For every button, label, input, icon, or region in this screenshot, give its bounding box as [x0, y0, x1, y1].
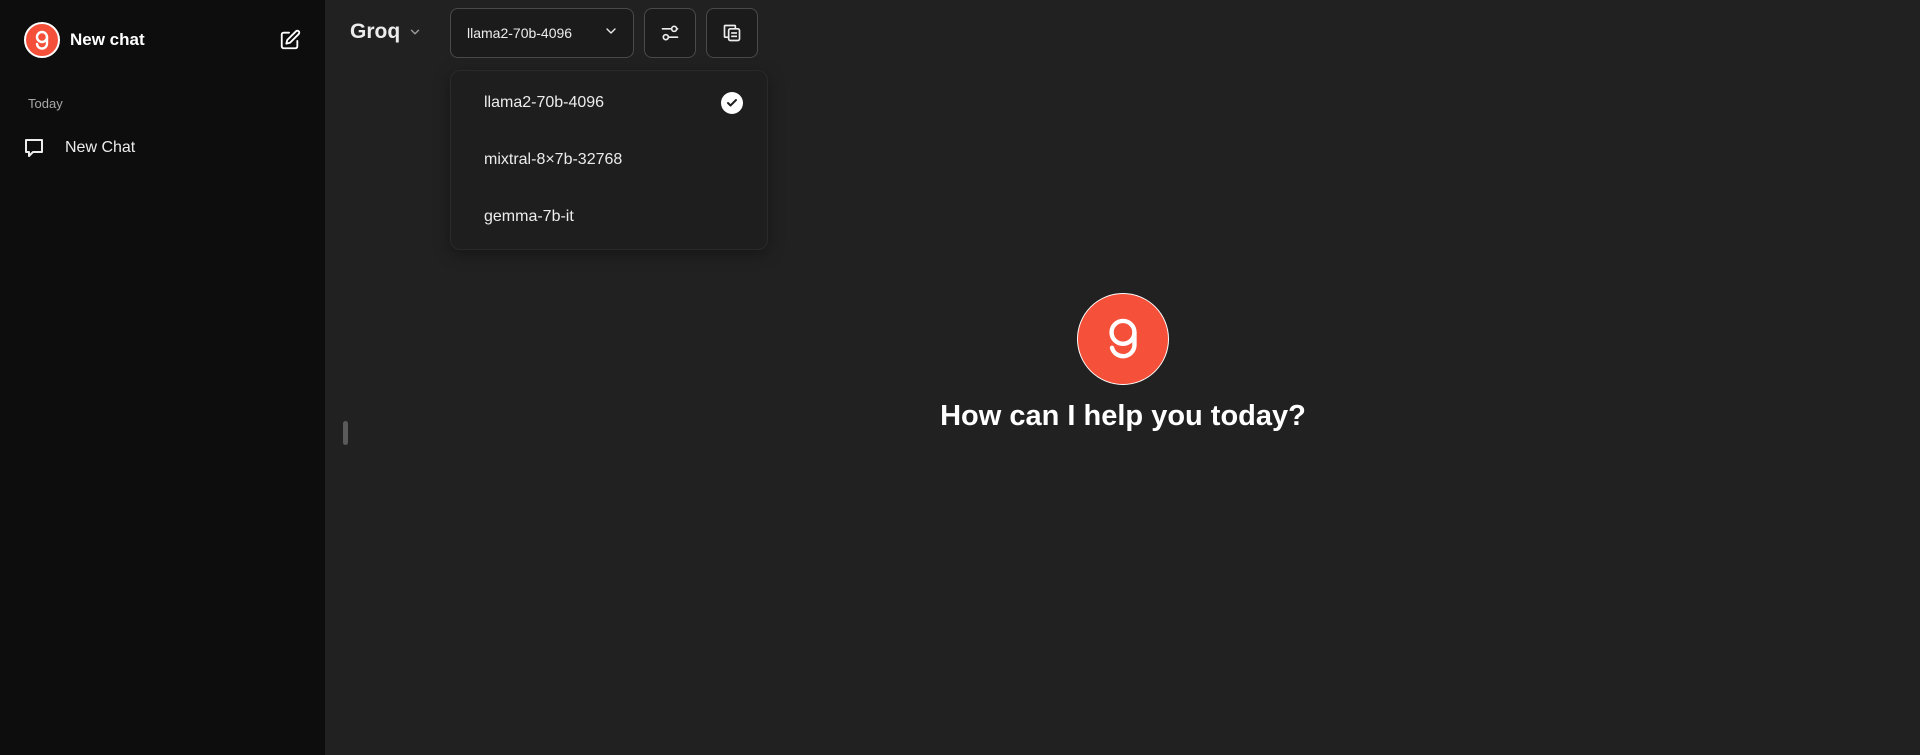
sidebar: New chat Today New Chat: [0, 0, 325, 755]
model-dropdown: llama2-70b-4096 mixtral-8×7b-32768 gemma…: [450, 70, 768, 250]
model-option-label: llama2-70b-4096: [484, 94, 605, 111]
model-select[interactable]: llama2-70b-4096: [450, 8, 634, 58]
copy-button[interactable]: [706, 8, 758, 58]
new-chat-button[interactable]: [276, 26, 304, 54]
edit-icon: [280, 29, 301, 50]
copy-icon: [723, 24, 741, 42]
provider-selector[interactable]: Groq: [350, 20, 422, 44]
model-option-mixtral[interactable]: mixtral-8×7b-32768: [451, 136, 767, 184]
sliders-icon: [661, 25, 679, 41]
greeting-heading: How can I help you today?: [940, 400, 1306, 432]
model-option-label: gemma-7b-it: [484, 208, 574, 225]
section-label-today: Today: [28, 96, 63, 111]
sidebar-resize-handle[interactable]: [343, 421, 348, 445]
check-icon: [721, 92, 743, 114]
settings-button[interactable]: [644, 8, 696, 58]
sidebar-item-label: New Chat: [65, 139, 136, 156]
model-select-value: llama2-70b-4096: [467, 25, 573, 41]
chevron-down-icon: [408, 25, 422, 39]
groq-logo-icon: [1077, 293, 1169, 385]
model-option-label: mixtral-8×7b-32768: [484, 151, 623, 168]
model-option-llama2[interactable]: llama2-70b-4096: [451, 79, 767, 127]
chat-bubble-icon: [20, 134, 48, 162]
model-option-gemma[interactable]: gemma-7b-it: [451, 193, 767, 241]
new-chat-title[interactable]: New chat: [70, 30, 276, 50]
chevron-down-icon: [603, 23, 619, 44]
brand-label: Groq: [350, 20, 401, 43]
sidebar-header: New chat: [24, 22, 304, 58]
groq-logo-icon[interactable]: [24, 22, 60, 58]
sidebar-item-new-chat[interactable]: New Chat: [20, 132, 310, 164]
